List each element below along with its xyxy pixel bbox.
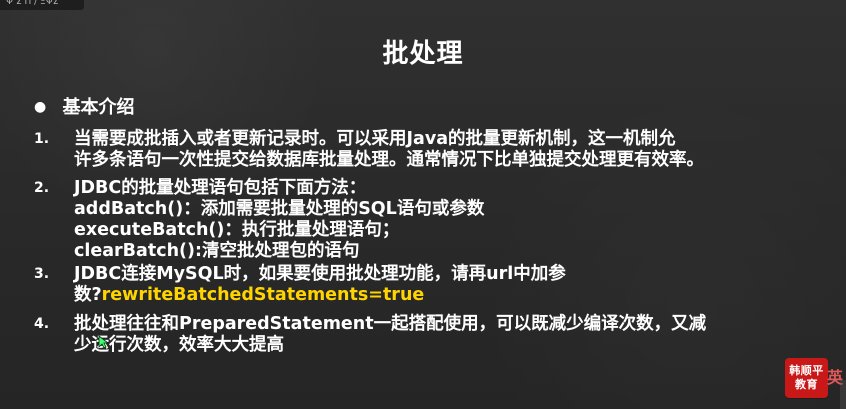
list-item-3-line-2: 数?rewriteBatchedStatements=true (74, 285, 794, 306)
cursor-icon (98, 335, 108, 349)
list-item-1: 1. 当需要成批插入或者更新记录时。可以采用Java的批量更新机制，这一机制允 … (34, 129, 794, 171)
slide-title: 批处理 (382, 39, 464, 69)
list-item-3-line-2-prefix: 数? (74, 285, 102, 305)
list-item-4-line-1: 批处理往往和PreparedStatement一起搭配使用，可以既减少编译次数，… (74, 314, 707, 334)
list-item-2: 2. JDBC的批量处理语句包括下面方法： addBatch()：添加需要批量处… (34, 178, 794, 262)
list-item-3-highlight: rewriteBatchedStatements=true (101, 285, 425, 305)
top-badge-text: Ψ Σ Π ∕ ΞΨΣ (6, 0, 59, 7)
intro-heading: ● 基本介绍 (34, 96, 135, 119)
intro-label: 基本介绍 (62, 97, 135, 118)
list-item-2-line-3: executeBatch()：执行批量处理语句； (74, 220, 400, 240)
list-item-2-line-4: clearBatch():清空批处理包的语句 (74, 241, 360, 261)
list-item-1-number: 1. (34, 131, 50, 147)
list-item-3: 3. JDBC连接MySQL时，如果要使用批处理功能，请再url中加参 数?re… (34, 264, 794, 306)
brand-logo: 韩顺平 教育 (785, 358, 828, 398)
list-item-2-line-2: addBatch()：添加需要批量处理的SQL语句或参数 (74, 199, 485, 219)
brand-logo-line-2: 教育 (795, 378, 818, 391)
brand-logo-line-1: 韩顺平 (789, 364, 824, 377)
list-item-3-line-1: JDBC连接MySQL时，如果要使用批处理功能，请再url中加参 (74, 264, 566, 284)
list-item-4: 4. 批处理往往和PreparedStatement一起搭配使用，可以既减少编译… (34, 314, 794, 356)
list-item-4-line-2: 少运行次数，效率大大提高 (74, 335, 284, 355)
list-item-4-text: 批处理往往和PreparedStatement一起搭配使用，可以既减少编译次数，… (74, 314, 794, 356)
list-item-3-number: 3. (34, 266, 50, 282)
list-item-2-text: JDBC的批量处理语句包括下面方法： addBatch()：添加需要批量处理的S… (74, 178, 794, 262)
right-edge-shadow (840, 380, 846, 409)
list-item-2-number: 2. (34, 180, 50, 196)
list-item-1-text: 当需要成批插入或者更新记录时。可以采用Java的批量更新机制，这一机制允 许多条… (74, 129, 794, 171)
list-item-1-line-2: 许多条语句一次性提交给数据库批量处理。通常情况下比单独提交处理更有效率。 (74, 150, 704, 170)
top-badge: Ψ Σ Π ∕ ΞΨΣ (0, 0, 84, 10)
list-item-3-text: JDBC连接MySQL时，如果要使用批处理功能，请再url中加参 数?rewri… (74, 264, 794, 306)
list-item-1-line-1: 当需要成批插入或者更新记录时。可以采用Java的批量更新机制，这一机制允 (74, 129, 676, 149)
presentation-slide: Ψ Σ Π ∕ ΞΨΣ 批处理 ● 基本介绍 1. 当需要成批插入或者更新记录时… (0, 0, 846, 409)
list-item-2-line-1: JDBC的批量处理语句包括下面方法： (74, 178, 367, 198)
list-item-4-number: 4. (34, 316, 50, 332)
bullet-icon: ● (34, 99, 47, 115)
